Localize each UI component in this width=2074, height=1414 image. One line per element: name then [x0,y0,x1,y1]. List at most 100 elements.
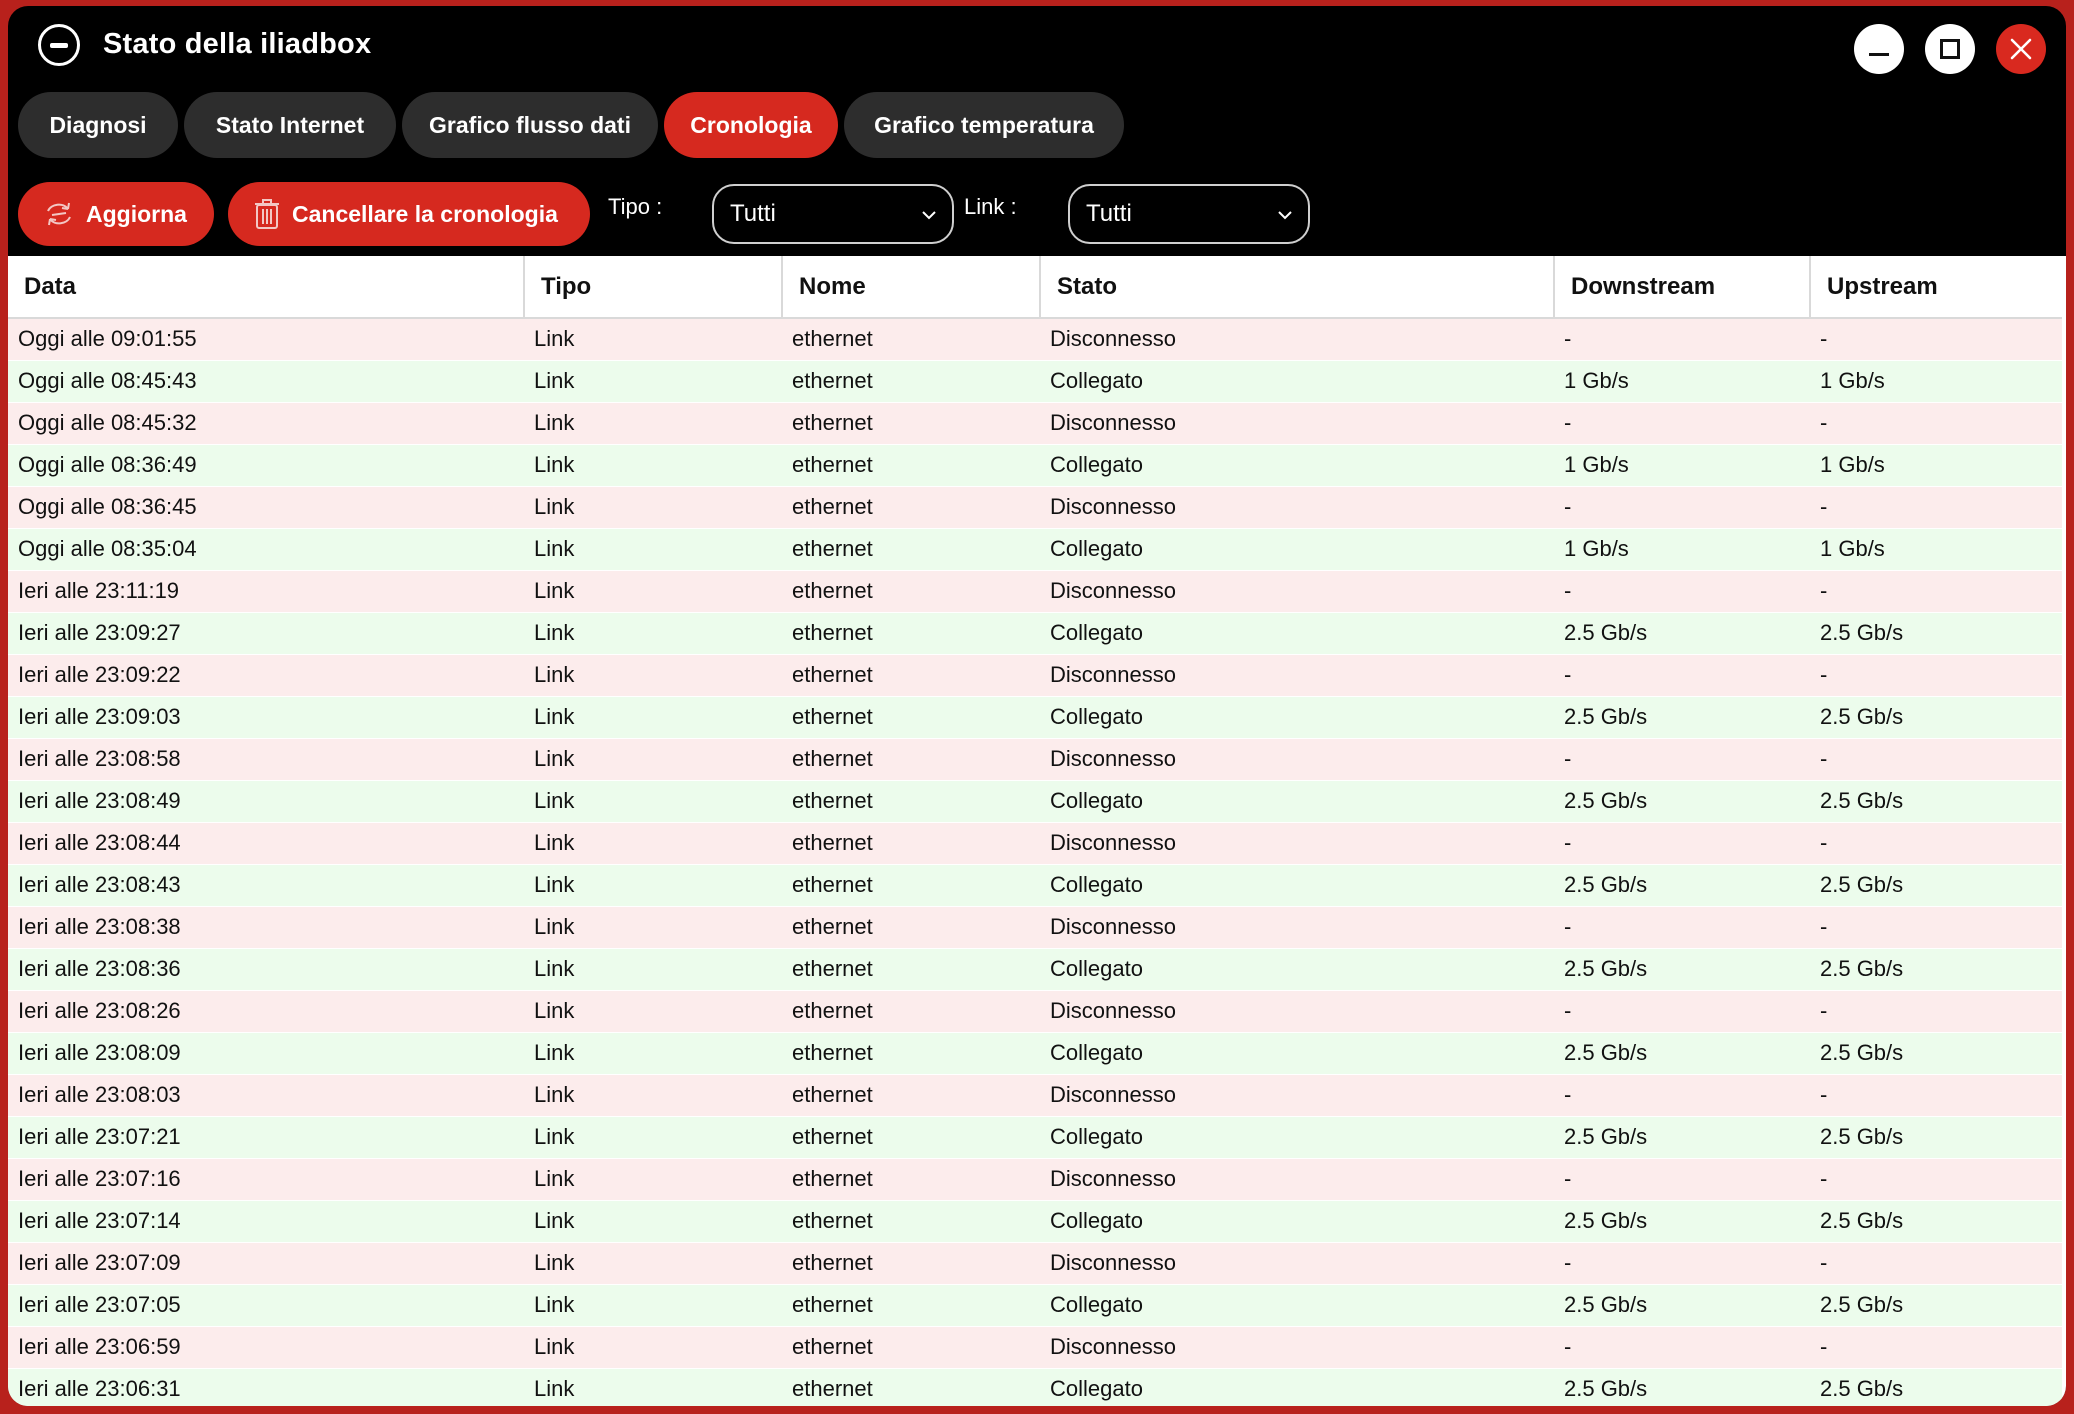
tab-bar: Diagnosi Stato Internet Grafico flusso d… [18,92,1124,158]
cell-stato: Collegato [1040,1284,1554,1327]
cell-data: Ieri alle 23:08:09 [8,1032,524,1075]
cell-downstream: - [1554,318,1810,361]
table-row[interactable]: Ieri alle 23:07:14 Link ethernet Collegato 2… [8,1200,2062,1243]
cell-tipo: Link [524,696,782,739]
cell-upstream: - [1810,990,2062,1033]
tab-grafico-temperatura[interactable]: Grafico temperatura [844,92,1124,158]
table-row[interactable]: Ieri alle 23:08:58 Link ethernet Disconness… [8,738,2062,781]
cell-downstream: - [1554,990,1810,1033]
refresh-label: Aggiorna [86,200,187,227]
cell-tipo: Link [524,906,782,949]
cell-tipo: Link [524,990,782,1033]
table-body: Oggi alle 09:01:55 Link ethernet Disconness… [8,318,2062,1406]
cell-nome: ethernet [782,1200,1040,1243]
close-button[interactable] [1996,24,2046,74]
refresh-button[interactable]: Aggiorna [18,182,214,246]
table-row[interactable]: Ieri alle 23:11:19 Link ethernet Disconness… [8,570,2062,613]
link-filter-value: Tutti [1086,200,1132,227]
cell-downstream: - [1554,402,1810,445]
cell-nome: ethernet [782,444,1040,487]
link-filter-select[interactable]: Tutti [1068,184,1310,244]
table-row[interactable]: Ieri alle 23:08:03 Link ethernet Disconness… [8,1074,2062,1117]
cell-tipo: Link [524,1032,782,1075]
cell-upstream: - [1810,1326,2062,1369]
maximize-button[interactable] [1925,24,1975,74]
table-row[interactable]: Ieri alle 23:08:09 Link ethernet Collegato 2… [8,1032,2062,1075]
cell-nome: ethernet [782,1368,1040,1406]
table-row[interactable]: Ieri alle 23:06:31 Link ethernet Collegato 2… [8,1368,2062,1406]
cell-downstream: - [1554,1158,1810,1201]
table-row[interactable]: Oggi alle 08:35:04 Link ethernet Collegato 1… [8,528,2062,571]
cell-tipo: Link [524,570,782,613]
cell-upstream: 2.5 Gb/s [1810,1200,2062,1243]
table-row[interactable]: Oggi alle 08:45:43 Link ethernet Collegato 1… [8,360,2062,403]
cell-data: Ieri alle 23:07:16 [8,1158,524,1201]
cell-data: Oggi alle 08:36:45 [8,486,524,529]
cell-tipo: Link [524,612,782,655]
table-row[interactable]: Ieri alle 23:09:27 Link ethernet Collegato 2… [8,612,2062,655]
clear-history-label: Cancellare la cronologia [292,200,558,227]
table-row[interactable]: Ieri alle 23:06:59 Link ethernet Disconness… [8,1326,2062,1369]
cell-stato: Disconnesso [1040,738,1554,781]
cell-upstream: 2.5 Gb/s [1810,1284,2062,1327]
column-header-upstream[interactable]: Upstream [1810,256,2062,319]
table-row[interactable]: Ieri alle 23:09:03 Link ethernet Collegato 2… [8,696,2062,739]
table-row[interactable]: Ieri alle 23:08:43 Link ethernet Collegato 2… [8,864,2062,907]
column-header-data[interactable]: Data [8,256,525,319]
table-row[interactable]: Ieri alle 23:08:44 Link ethernet Disconness… [8,822,2062,865]
table-row[interactable]: Ieri alle 23:07:05 Link ethernet Collegato 2… [8,1284,2062,1327]
cell-data: Ieri alle 23:08:03 [8,1074,524,1117]
cell-data: Oggi alle 08:35:04 [8,528,524,571]
table-row[interactable]: Ieri alle 23:07:21 Link ethernet Collegato 2… [8,1116,2062,1159]
cell-stato: Disconnesso [1040,654,1554,697]
cell-stato: Collegato [1040,444,1554,487]
tab-stato-internet[interactable]: Stato Internet [184,92,396,158]
clear-history-button[interactable]: Cancellare la cronologia [228,182,590,246]
cell-tipo: Link [524,1368,782,1406]
table-row[interactable]: Oggi alle 08:36:45 Link ethernet Disconness… [8,486,2062,529]
table-row[interactable]: Ieri alle 23:08:49 Link ethernet Collegato 2… [8,780,2062,823]
cell-data: Oggi alle 08:45:32 [8,402,524,445]
cell-data: Ieri alle 23:08:38 [8,906,524,949]
cell-stato: Collegato [1040,360,1554,403]
tab-grafico-flusso-dati[interactable]: Grafico flusso dati [402,92,658,158]
history-table-container[interactable]: Data Tipo Nome Stato Downstream Upstream… [8,256,2066,1406]
table-row[interactable]: Oggi alle 09:01:55 Link ethernet Disconness… [8,318,2062,361]
table-row[interactable]: Ieri alle 23:07:09 Link ethernet Disconness… [8,1242,2062,1285]
tab-diagnosi[interactable]: Diagnosi [18,92,178,158]
table-row[interactable]: Oggi alle 08:45:32 Link ethernet Disconness… [8,402,2062,445]
table-row[interactable]: Ieri alle 23:08:36 Link ethernet Collegato 2… [8,948,2062,991]
cell-downstream: 2.5 Gb/s [1554,780,1810,823]
column-header-downstream[interactable]: Downstream [1554,256,1811,319]
cell-downstream: 2.5 Gb/s [1554,1032,1810,1075]
cell-upstream: - [1810,1074,2062,1117]
table-row[interactable]: Ieri alle 23:09:22 Link ethernet Disconness… [8,654,2062,697]
cell-tipo: Link [524,1200,782,1243]
table-row[interactable]: Ieri alle 23:08:26 Link ethernet Disconness… [8,990,2062,1033]
cell-stato: Disconnesso [1040,570,1554,613]
cell-tipo: Link [524,528,782,571]
cell-data: Ieri alle 23:07:14 [8,1200,524,1243]
cell-upstream: 2.5 Gb/s [1810,612,2062,655]
cell-nome: ethernet [782,1116,1040,1159]
collapse-icon[interactable] [38,24,80,66]
cell-downstream: - [1554,654,1810,697]
column-header-tipo[interactable]: Tipo [524,256,783,319]
table-row[interactable]: Ieri alle 23:07:16 Link ethernet Disconness… [8,1158,2062,1201]
column-header-stato[interactable]: Stato [1040,256,1555,319]
cell-downstream: 1 Gb/s [1554,360,1810,403]
cell-stato: Disconnesso [1040,1326,1554,1369]
table-row[interactable]: Oggi alle 08:36:49 Link ethernet Collegato 1… [8,444,2062,487]
cell-stato: Disconnesso [1040,822,1554,865]
tab-cronologia[interactable]: Cronologia [664,92,838,158]
table-row[interactable]: Ieri alle 23:08:38 Link ethernet Disconness… [8,906,2062,949]
cell-upstream: 1 Gb/s [1810,444,2062,487]
type-filter-select[interactable]: Tutti [712,184,954,244]
cell-upstream: 1 Gb/s [1810,528,2062,571]
minimize-button[interactable] [1854,24,1904,74]
cell-data: Ieri alle 23:08:26 [8,990,524,1033]
cell-nome: ethernet [782,1284,1040,1327]
column-header-nome[interactable]: Nome [782,256,1041,319]
cell-downstream: 2.5 Gb/s [1554,864,1810,907]
cell-upstream: 2.5 Gb/s [1810,696,2062,739]
